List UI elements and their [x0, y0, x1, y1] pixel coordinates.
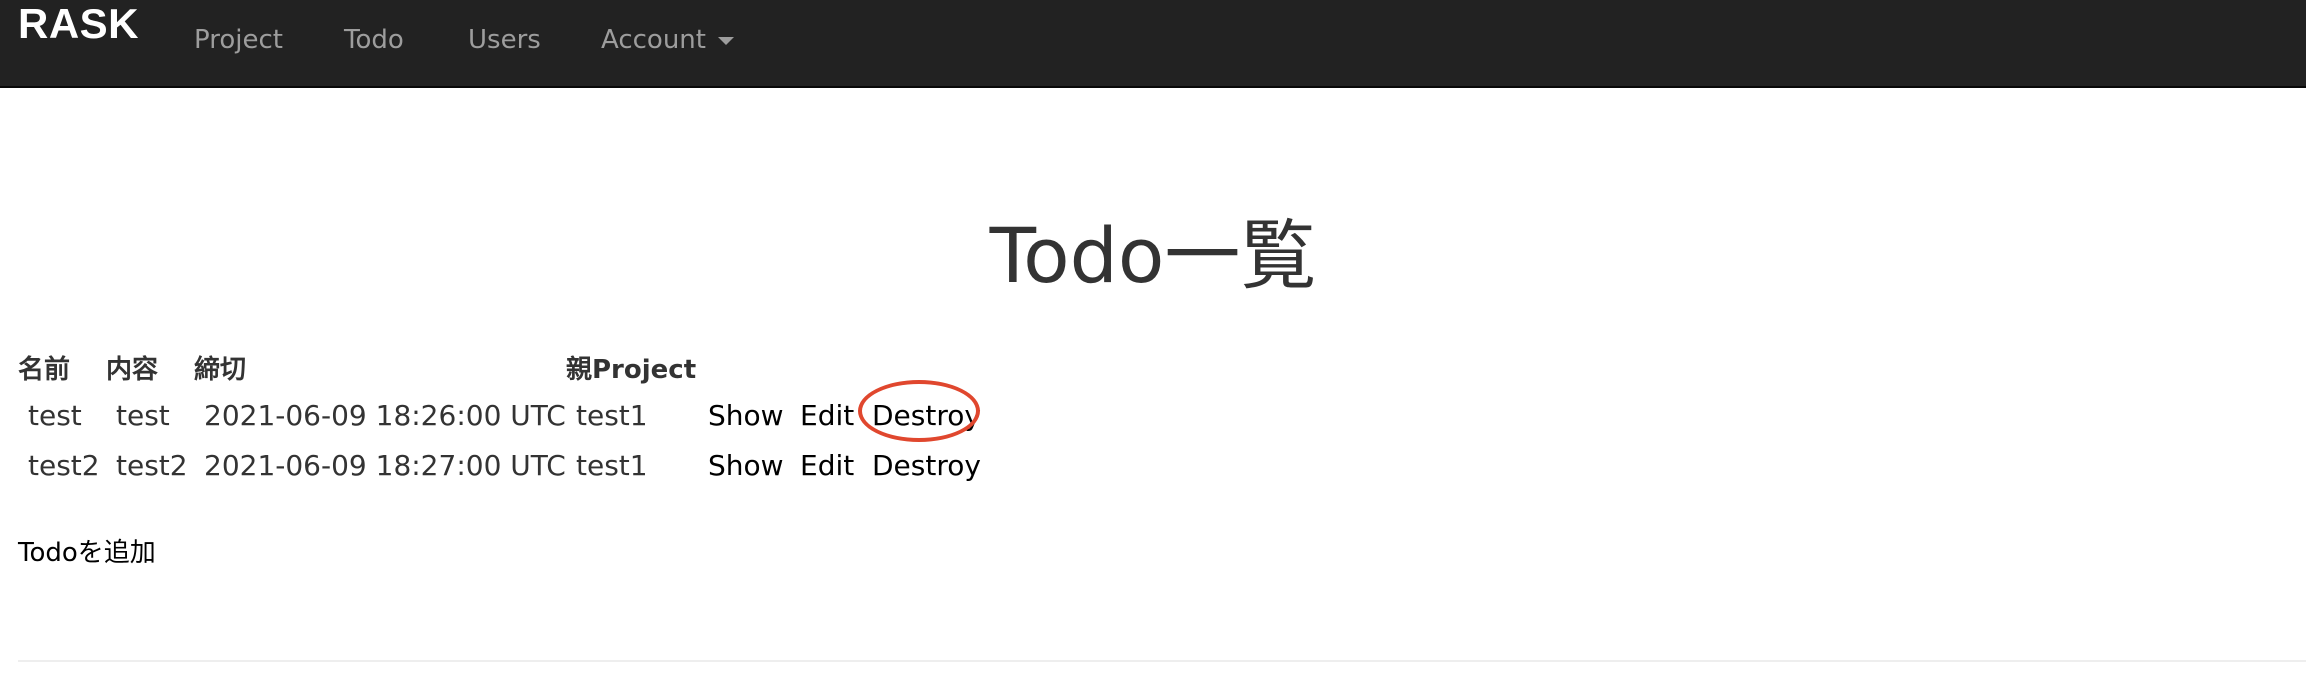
edit-link[interactable]: Edit	[800, 396, 854, 436]
cell-deadline: 2021-06-09 18:26:00 UTC	[204, 399, 566, 432]
caret-down-icon	[717, 36, 734, 45]
page-title: Todo一覧	[989, 211, 1317, 300]
cell-project: test1	[576, 399, 648, 432]
destroy-link[interactable]: Destroy	[872, 446, 981, 486]
nav-item-todo[interactable]: Todo	[344, 20, 404, 60]
nav-item-users[interactable]: Users	[468, 20, 541, 60]
top-navbar: RASK Project Todo Users Account	[0, 0, 2306, 88]
column-header-content: 内容	[106, 355, 159, 385]
brand-logo[interactable]: RASK	[18, 2, 139, 46]
cell-name: test	[28, 399, 82, 432]
cell-project: test1	[576, 449, 648, 482]
cell-deadline: 2021-06-09 18:27:00 UTC	[204, 449, 566, 482]
cell-content: test2	[116, 449, 188, 482]
nav-item-account-label: Account	[601, 25, 706, 55]
footer-divider	[18, 660, 2306, 662]
column-header-name: 名前	[18, 355, 71, 385]
column-header-parent-project: 親Project	[566, 355, 697, 385]
cell-content: test	[116, 399, 170, 432]
column-header-deadline: 締切	[194, 355, 247, 385]
edit-link[interactable]: Edit	[800, 446, 854, 486]
destroy-link[interactable]: Destroy	[872, 396, 981, 436]
show-link[interactable]: Show	[708, 396, 784, 436]
nav-item-account[interactable]: Account	[601, 20, 734, 60]
cell-name: test2	[28, 449, 100, 482]
nav-item-project[interactable]: Project	[194, 20, 283, 60]
show-link[interactable]: Show	[708, 446, 784, 486]
add-todo-link[interactable]: Todoを追加	[18, 534, 156, 572]
